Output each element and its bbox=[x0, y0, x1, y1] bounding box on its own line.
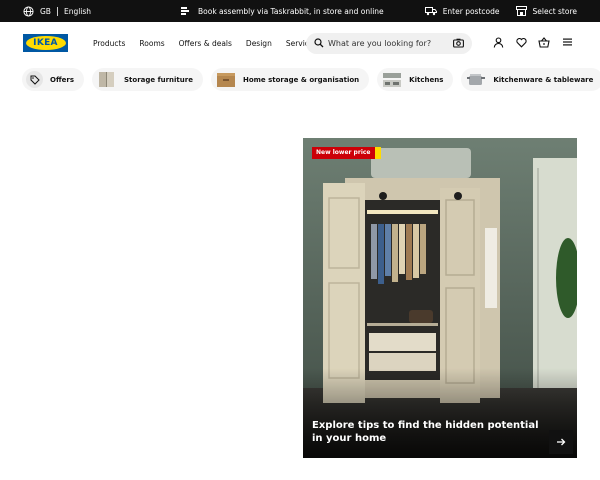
search-bar[interactable]: What are you looking for? bbox=[306, 33, 472, 54]
menu-icon[interactable] bbox=[561, 36, 573, 48]
heart-icon[interactable] bbox=[515, 36, 527, 48]
promo-text: Book assembly via Taskrabbit, in store a… bbox=[198, 6, 384, 16]
nav-products[interactable]: Products bbox=[93, 39, 125, 48]
wardrobe-thumbnail bbox=[96, 71, 118, 88]
nav-offers-deals[interactable]: Offers & deals bbox=[179, 39, 232, 48]
category-label: Storage furniture bbox=[124, 75, 193, 84]
user-icon[interactable] bbox=[492, 36, 504, 48]
locale-divider bbox=[56, 6, 58, 16]
category-label: Offers bbox=[50, 75, 74, 84]
nav-design[interactable]: Design bbox=[246, 39, 272, 48]
main-header: IKEA Products Rooms Offers & deals Desig… bbox=[0, 22, 600, 64]
category-kitchens[interactable]: Kitchens bbox=[377, 68, 454, 91]
category-label: Home storage & organisation bbox=[242, 75, 360, 84]
category-strip: Offers Storage furniture Home storage & … bbox=[22, 68, 600, 92]
postcode-button[interactable]: Enter postcode bbox=[424, 6, 500, 16]
feature-card[interactable]: New lower price Explore tips to find the… bbox=[303, 138, 577, 458]
box-thumbnail bbox=[215, 71, 237, 88]
ikea-logo[interactable]: IKEA bbox=[23, 34, 68, 52]
nav-rooms[interactable]: Rooms bbox=[139, 39, 164, 48]
country-code: GB bbox=[40, 6, 51, 16]
store-icon bbox=[515, 6, 527, 16]
postcode-label: Enter postcode bbox=[442, 6, 500, 16]
category-label: Kitchenware & tableware bbox=[493, 75, 594, 84]
top-bar: GB English Book assembly via Taskrabbit,… bbox=[0, 0, 600, 22]
screwdriver-icon bbox=[180, 6, 190, 16]
pot-thumbnail bbox=[465, 71, 487, 88]
basket-icon[interactable] bbox=[538, 36, 550, 48]
main-nav: Products Rooms Offers & deals Design Ser… bbox=[93, 22, 331, 64]
kitchen-thumbnail bbox=[381, 71, 403, 88]
select-store-button[interactable]: Select store bbox=[515, 6, 578, 16]
camera-icon[interactable] bbox=[453, 38, 464, 48]
category-kitchenware[interactable]: Kitchenware & tableware bbox=[461, 68, 600, 91]
locale-selector[interactable]: GB English bbox=[23, 0, 91, 22]
category-label: Kitchens bbox=[409, 75, 444, 84]
search-input[interactable]: What are you looking for? bbox=[328, 37, 431, 50]
truck-icon bbox=[424, 6, 437, 16]
language-label: English bbox=[63, 6, 92, 16]
feature-arrow-button[interactable] bbox=[549, 430, 573, 454]
feature-title[interactable]: Explore tips to find the hidden potentia… bbox=[312, 419, 552, 445]
tag-icon bbox=[26, 71, 43, 88]
store-label: Select store bbox=[532, 6, 578, 16]
arrow-right-icon bbox=[556, 437, 566, 447]
price-badge: New lower price bbox=[312, 147, 381, 159]
category-offers[interactable]: Offers bbox=[22, 68, 84, 91]
badge-text: New lower price bbox=[312, 147, 375, 159]
promo-link[interactable]: Book assembly via Taskrabbit, in store a… bbox=[180, 0, 384, 22]
category-home-storage[interactable]: Home storage & organisation bbox=[210, 68, 370, 91]
logo-text: IKEA bbox=[33, 38, 58, 48]
search-icon bbox=[314, 38, 324, 48]
category-storage-furniture[interactable]: Storage furniture bbox=[92, 68, 203, 91]
wardrobe-image bbox=[303, 138, 577, 458]
globe-icon bbox=[23, 5, 34, 17]
